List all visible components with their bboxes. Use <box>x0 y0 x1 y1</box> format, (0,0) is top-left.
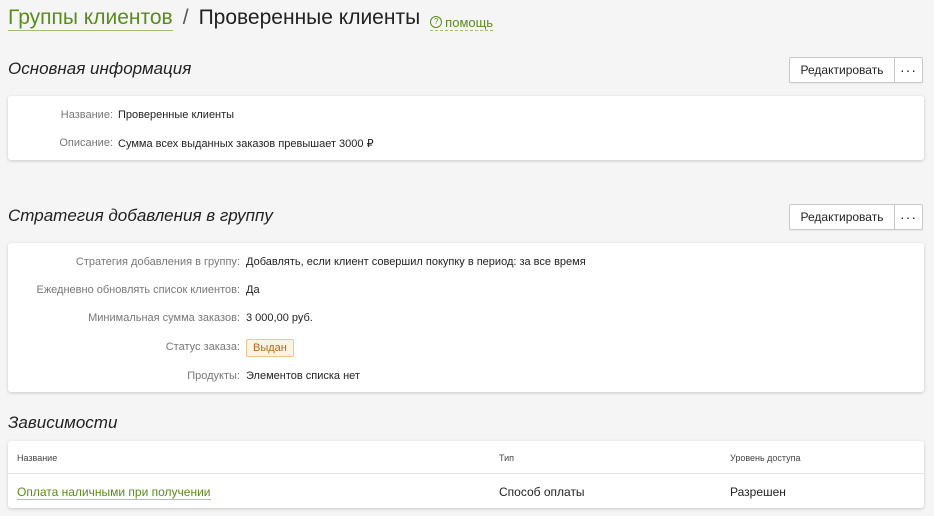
column-header-name: Название <box>17 453 58 463</box>
column-header-access: Уровень доступа <box>730 453 801 463</box>
dependency-access: Разрешен <box>730 485 786 499</box>
dependency-name-link[interactable]: Оплата наличными при получении <box>17 485 211 500</box>
strategy-actions: Редактировать ··· <box>789 204 923 230</box>
field-label: Продукты: <box>187 370 240 382</box>
basic-info-title: Основная информация <box>8 59 192 78</box>
field-label: Минимальная сумма заказов: <box>88 312 240 324</box>
help-label: помощь <box>445 14 494 30</box>
breadcrumb-separator: / <box>182 6 189 29</box>
basic-info-more-button[interactable]: ··· <box>895 57 923 83</box>
strategy-title: Стратегия добавления в группу <box>8 206 273 225</box>
strategy-card: Стратегия добавления в группу: Добавлять… <box>8 243 924 392</box>
breadcrumb-parent-link[interactable]: Группы клиентов <box>8 6 173 31</box>
basic-info-card: Название: Проверенные клиенты Описание: … <box>8 96 924 160</box>
strategy-edit-button[interactable]: Редактировать <box>789 204 895 230</box>
basic-info-actions: Редактировать ··· <box>789 57 923 83</box>
dependency-type: Способ оплаты <box>499 485 585 499</box>
field-value: Сумма всех выданных заказов превышает 30… <box>118 138 374 150</box>
field-label: Название: <box>60 109 113 121</box>
field-value: Да <box>246 284 260 296</box>
basic-info-edit-button[interactable]: Редактировать <box>789 57 895 83</box>
help-link[interactable]: ? помощь <box>430 14 494 31</box>
strategy-more-button[interactable]: ··· <box>895 204 923 230</box>
column-header-type: Тип <box>499 453 515 463</box>
field-value: Добавлять, если клиент совершил покупку … <box>246 256 586 268</box>
breadcrumb: Группы клиентов / Проверенные клиенты ? … <box>8 6 494 31</box>
help-icon: ? <box>430 16 443 28</box>
field-value: Элементов списка нет <box>246 370 360 382</box>
field-label: Ежедневно обновлять список клиентов: <box>36 284 240 296</box>
page-title: Проверенные клиенты <box>198 6 421 29</box>
field-label: Статус заказа: <box>165 341 240 353</box>
field-value: Проверенные клиенты <box>118 109 235 121</box>
field-label: Описание: <box>59 137 113 149</box>
field-label: Стратегия добавления в группу: <box>75 256 240 268</box>
status-badge: Выдан <box>246 339 294 357</box>
dependencies-table: Название Тип Уровень доступа Оплата нали… <box>8 441 924 508</box>
header-divider <box>8 473 924 474</box>
dependencies-title: Зависимости <box>8 413 118 432</box>
field-value: 3 000,00 руб. <box>246 312 313 324</box>
